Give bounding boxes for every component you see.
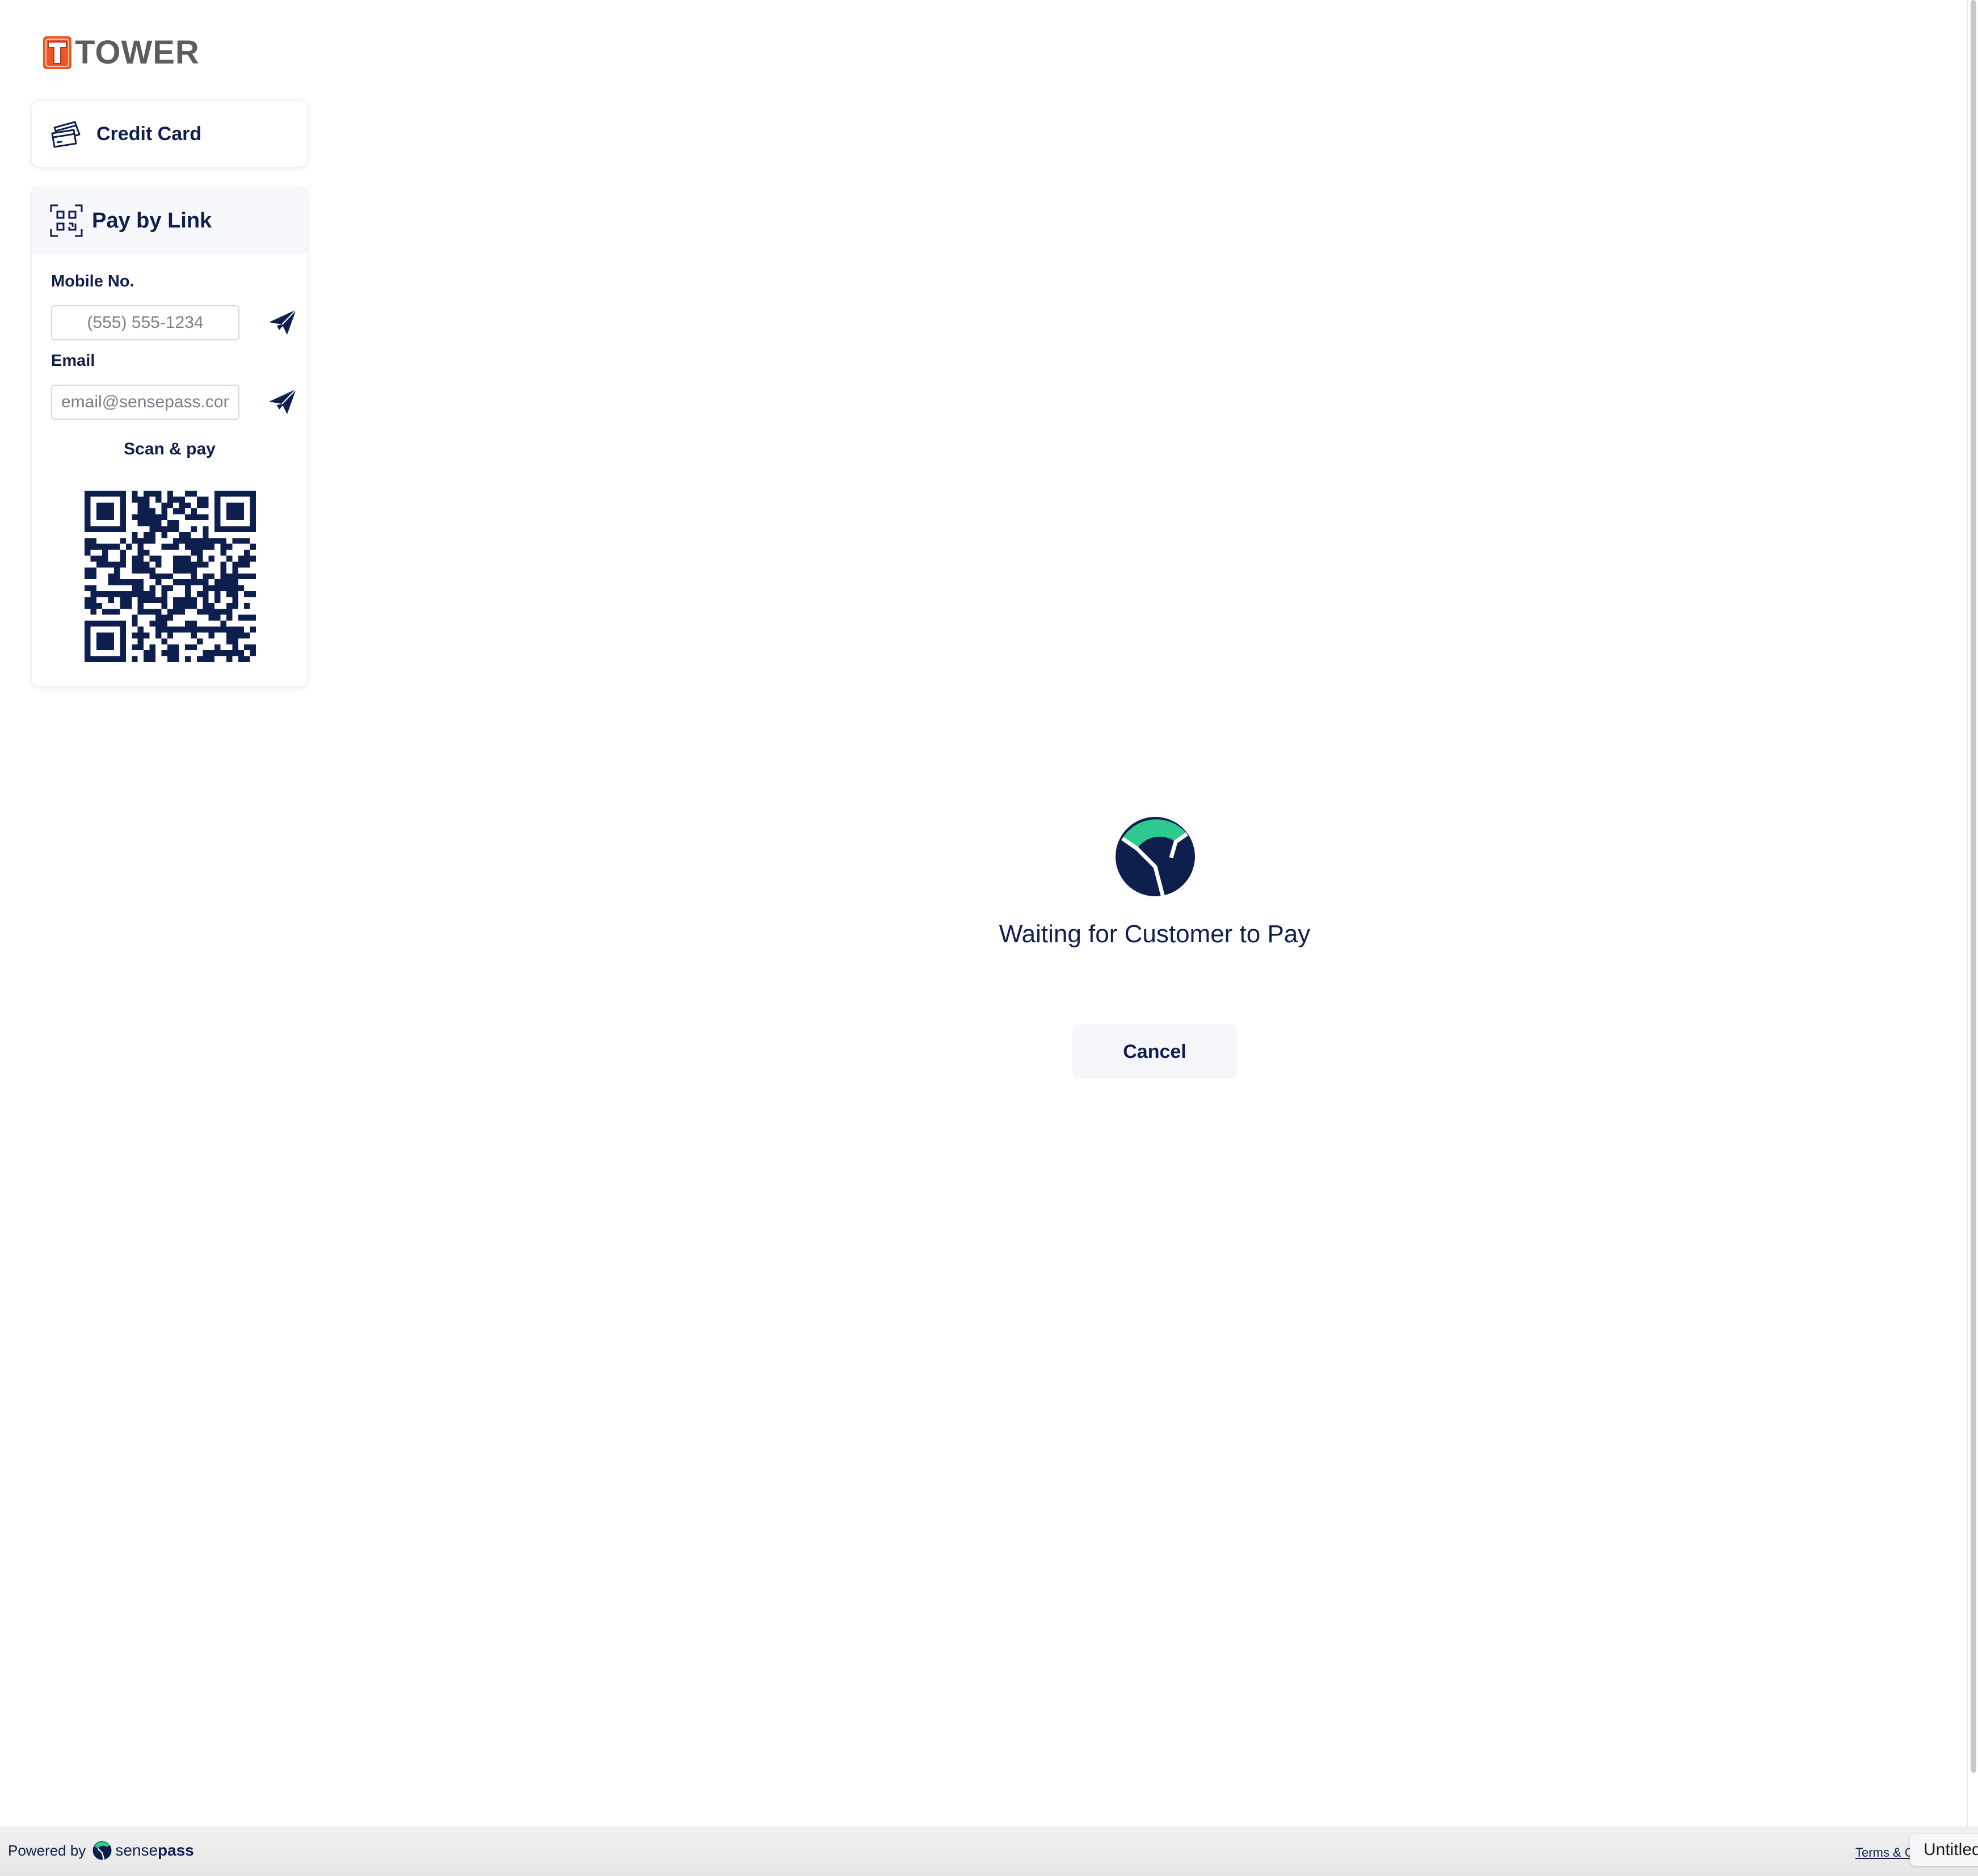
sensepass-mini-logo-icon	[92, 1841, 112, 1860]
sensepass-logo-icon	[1116, 817, 1195, 897]
untitled-tab[interactable]: Untitled	[1910, 1834, 1978, 1866]
mobile-input[interactable]	[51, 305, 239, 340]
tower-logo-icon	[43, 36, 71, 69]
terms-link[interactable]: Terms & Conditions	[1855, 1845, 1910, 1860]
page-scrollbar[interactable]	[1967, 0, 1978, 1827]
sensepass-brand: sensepass	[92, 1841, 194, 1860]
brand-bold: pass	[158, 1841, 194, 1859]
credit-card-label: Credit Card	[96, 123, 202, 145]
email-label: Email	[51, 352, 95, 370]
waiting-message: Waiting for Customer to Pay	[999, 920, 1311, 948]
brand-regular: sense	[115, 1841, 158, 1859]
cancel-button[interactable]: Cancel	[1072, 1025, 1237, 1079]
email-input[interactable]	[51, 385, 239, 420]
scan-and-pay-label: Scan & pay	[124, 440, 216, 458]
credit-card-icon	[51, 121, 81, 148]
footer-bar: Powered by sensepass Terms & Conditions …	[0, 1827, 1978, 1876]
mobile-label: Mobile No.	[51, 272, 134, 290]
pay-by-link-header[interactable]: Pay by Link	[32, 187, 308, 254]
send-email-button[interactable]	[267, 386, 298, 418]
pay-by-link-label: Pay by Link	[92, 208, 212, 233]
brand-logo: TOWER	[42, 35, 200, 70]
pay-by-link-panel: Pay by Link Mobile No. Email Scan & pay	[32, 187, 308, 686]
send-sms-button[interactable]	[267, 306, 298, 338]
qr-scan-icon	[50, 204, 83, 237]
credit-card-option[interactable]: Credit Card	[32, 101, 308, 167]
powered-by: Powered by sensepass	[8, 1841, 194, 1860]
qr-code[interactable]	[85, 491, 256, 662]
powered-by-label: Powered by	[8, 1841, 86, 1859]
brand-name: TOWER	[75, 34, 200, 71]
scrollbar-thumb[interactable]	[1971, 0, 1976, 1773]
